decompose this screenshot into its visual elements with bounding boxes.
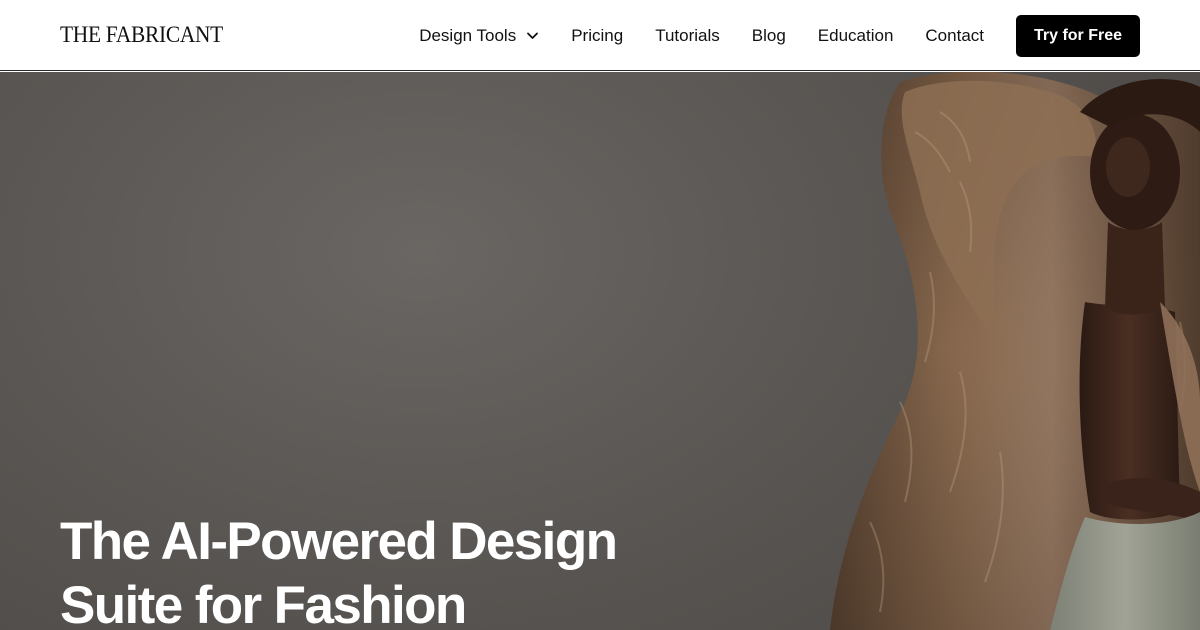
hero-headline-line-2: Suite for Fashion [60, 576, 467, 630]
hero-headline: The AI-Powered Design Suite for Fashion [60, 510, 700, 630]
nav-item-pricing[interactable]: Pricing [571, 26, 623, 46]
nav-item-education[interactable]: Education [818, 26, 894, 46]
hero-section: The AI-Powered Design Suite for Fashion [0, 72, 1200, 630]
brand-logo[interactable]: THE FABRICANT [60, 22, 223, 48]
nav-item-blog[interactable]: Blog [752, 26, 786, 46]
nav-item-design-tools[interactable]: Design Tools [419, 26, 539, 46]
top-navigation-bar: THE FABRICANT Design Tools Pricing Tutor… [0, 0, 1200, 71]
nav-item-contact[interactable]: Contact [925, 26, 984, 46]
try-for-free-button[interactable]: Try for Free [1016, 15, 1140, 57]
hero-headline-line-1: The AI-Powered Design [60, 512, 618, 571]
primary-nav: Design Tools Pricing Tutorials Blog Educ… [419, 0, 984, 71]
chevron-down-icon [527, 32, 539, 39]
nav-item-label: Design Tools [419, 25, 517, 45]
nav-item-tutorials[interactable]: Tutorials [655, 26, 720, 46]
